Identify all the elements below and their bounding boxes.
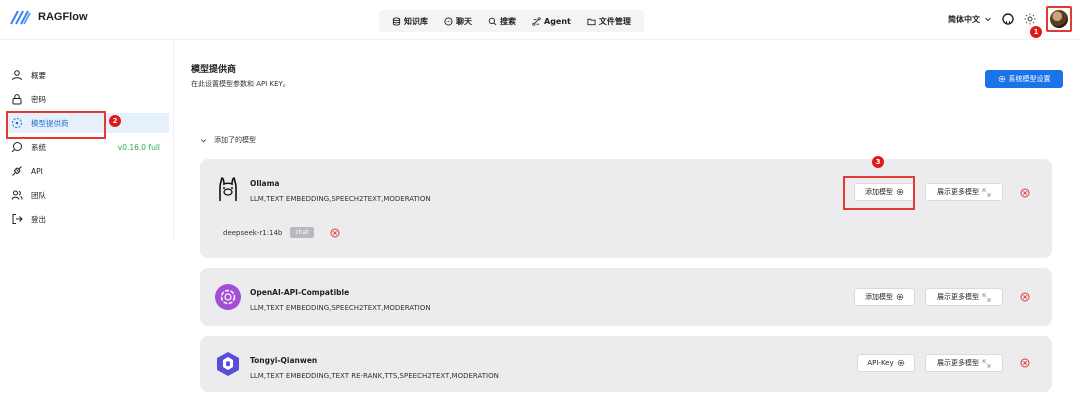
chevron-down-icon: [985, 17, 991, 22]
add-model-label: 添加模型: [865, 293, 893, 301]
ragflow-logo-icon: [10, 10, 31, 25]
nav-search[interactable]: 搜索: [481, 14, 523, 29]
show-more-models-label: 展示更多模型: [937, 293, 979, 301]
nav-label: 聊天: [456, 16, 472, 26]
add-model-button[interactable]: 添加模型: [854, 288, 915, 306]
show-more-models-button[interactable]: 展示更多模型: [925, 354, 1003, 372]
delete-provider-icon[interactable]: [1020, 188, 1030, 198]
gear-icon: [896, 293, 904, 301]
model-type-badge: chat: [290, 227, 314, 238]
search-icon: [488, 17, 497, 25]
language-label: 简体中文: [948, 14, 980, 24]
sidebar-item-label: 概要: [31, 70, 46, 80]
sidebar-item-label: 团队: [31, 190, 46, 200]
ollama-logo-icon: [219, 177, 237, 201]
expand-icon: [982, 188, 991, 196]
delete-provider-icon[interactable]: [1020, 292, 1030, 302]
sidebar-item-logout[interactable]: 登出: [8, 209, 168, 229]
show-more-models-label: 展示更多模型: [937, 359, 979, 367]
delete-provider-icon[interactable]: [1020, 358, 1030, 368]
page-subtitle: 在此设置模型参数和 API KEY。: [191, 80, 290, 88]
annotation-badge-1: 1: [1030, 26, 1042, 38]
main-nav: 知识库 聊天 搜索 Agent 文件管理: [379, 10, 644, 32]
expand-icon: [982, 359, 991, 367]
provider-name: Tongyi-Qianwen: [250, 356, 318, 365]
sidebar-item-label: 系统: [31, 142, 46, 152]
provider-tags: LLM,TEXT EMBEDDING,SPEECH2TEXT,MODERATIO…: [250, 304, 431, 312]
api-key-label: API-Key: [867, 359, 894, 367]
nav-label: 知识库: [404, 16, 428, 26]
sidebar-item-api[interactable]: API: [8, 161, 168, 181]
language-selector[interactable]: 简体中文: [948, 14, 992, 25]
delete-model-icon[interactable]: [330, 228, 340, 238]
theme-toggle-icon[interactable]: [1024, 13, 1036, 25]
logout-icon: [12, 214, 23, 224]
sidebar-item-label: 登出: [31, 214, 46, 224]
chevron-down-icon: [201, 138, 206, 142]
gear-icon: [897, 359, 904, 367]
api-icon: [12, 166, 22, 176]
provider-tags: LLM,TEXT EMBEDDING,SPEECH2TEXT,MODERATIO…: [250, 195, 431, 203]
page-title: 模型提供商: [191, 65, 237, 75]
tongyi-logo-icon: [217, 352, 239, 376]
sidebar-item-team[interactable]: 团队: [8, 185, 168, 205]
system-model-settings-label: 系统模型设置: [1008, 75, 1051, 83]
team-icon: [11, 190, 23, 200]
user-icon: [12, 70, 22, 81]
sidebar-item-profile[interactable]: 概要: [8, 65, 168, 85]
sidebar-item-label: 密码: [31, 94, 46, 104]
added-models-heading: 添加了的模型: [214, 136, 256, 144]
gear-icon: [998, 75, 1005, 83]
provider-card-openai-compatible: OpenAI-API-Compatible LLM,TEXT EMBEDDING…: [200, 268, 1052, 326]
lock-icon: [12, 94, 22, 105]
system-model-settings-button[interactable]: 系统模型设置: [985, 70, 1063, 88]
highlight-box-model-providers: [6, 111, 106, 139]
annotation-badge-2: 2: [109, 115, 121, 127]
top-bar: RAGFlow 知识库 聊天 搜索 Agent 文件管理 简体中文 1: [0, 0, 1080, 40]
highlight-box-add-model: [843, 176, 915, 210]
nav-knowledge-base[interactable]: 知识库: [385, 14, 435, 29]
database-icon: [392, 16, 401, 26]
nav-chat[interactable]: 聊天: [437, 14, 479, 29]
user-avatar-button[interactable]: [1046, 6, 1072, 32]
header-tools: 简体中文: [948, 6, 1072, 32]
app-name: RAGFlow: [38, 11, 88, 23]
nav-label: 文件管理: [598, 16, 631, 26]
nav-agent[interactable]: Agent: [525, 15, 578, 28]
sidebar-item-system[interactable]: 系统 v0.16.0 full: [8, 137, 168, 157]
show-more-models-button[interactable]: 展示更多模型: [925, 288, 1003, 306]
provider-card-ollama: Ollama LLM,TEXT EMBEDDING,SPEECH2TEXT,MO…: [200, 159, 1052, 258]
chat-icon: [444, 16, 453, 26]
nav-label: Agent: [544, 16, 571, 26]
folder-icon: [587, 18, 596, 25]
openai-logo-icon: [215, 284, 241, 310]
expand-icon: [982, 293, 991, 301]
model-name: deepseek-r1:14b: [223, 228, 283, 237]
provider-name: Ollama: [250, 179, 280, 188]
brand[interactable]: RAGFlow: [10, 9, 88, 25]
provider-tags: LLM,TEXT EMBEDDING,TEXT RE-RANK,TTS,SPEE…: [250, 372, 499, 380]
model-list-item: deepseek-r1:14b chat: [223, 227, 340, 238]
version-label: v0.16.0 full: [117, 142, 160, 152]
show-more-models-label: 展示更多模型: [937, 188, 979, 196]
added-models-toggle[interactable]: 添加了的模型: [200, 135, 256, 145]
show-more-models-button[interactable]: 展示更多模型: [925, 183, 1003, 201]
nav-file-management[interactable]: 文件管理: [580, 14, 638, 29]
avatar: [1050, 10, 1068, 28]
github-icon[interactable]: [1002, 13, 1014, 25]
system-icon: [11, 142, 22, 153]
nav-label: 搜索: [500, 16, 516, 26]
agent-icon: [532, 16, 541, 26]
sidebar-item-password[interactable]: 密码: [8, 89, 168, 109]
sidebar-item-label: API: [31, 166, 43, 176]
annotation-badge-3: 3: [872, 156, 884, 168]
provider-name: OpenAI-API-Compatible: [250, 288, 350, 297]
api-key-button[interactable]: API-Key: [857, 354, 915, 372]
settings-sidebar: 概要 密码 模型提供商 系统 v0.16.0 full API 团队 登出: [0, 40, 174, 240]
provider-card-tongyi-qianwen: Tongyi-Qianwen LLM,TEXT EMBEDDING,TEXT R…: [200, 336, 1052, 392]
